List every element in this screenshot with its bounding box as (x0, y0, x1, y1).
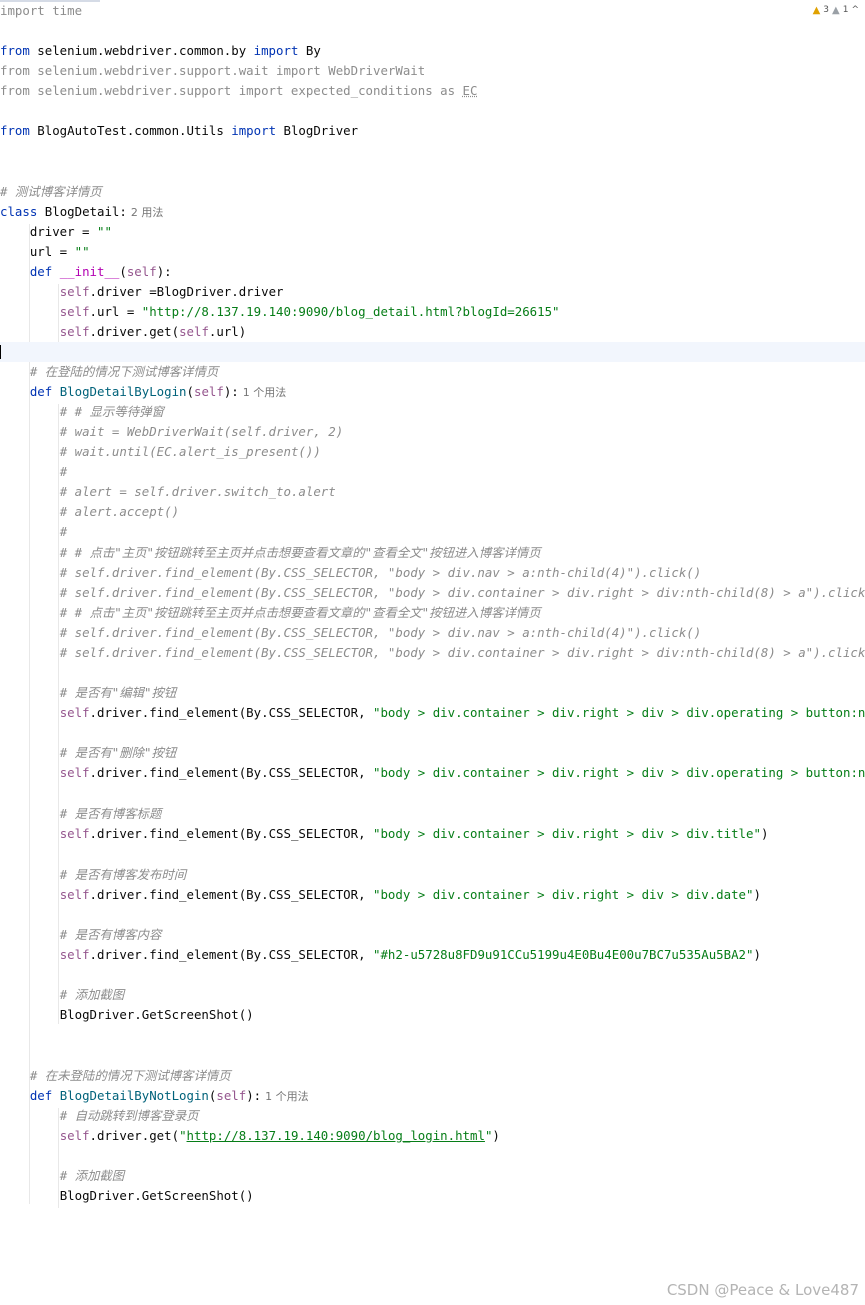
code-editor[interactable]: ▲ 3 ▲ 1 ^ import time from selenium.webd… (0, 0, 865, 1305)
code-comment: # 在未登陆的情况下测试博客详情页 (29, 1068, 231, 1083)
code-comment: # 自动跳转到博客登录页 (59, 1108, 199, 1123)
code-comment: # self.driver.find_element(By.CSS_SELECT… (59, 625, 702, 640)
code-comment: # alert.accept() (59, 504, 180, 519)
code-comment: # 是否有博客内容 (59, 927, 162, 942)
current-line[interactable] (0, 342, 865, 362)
url-link[interactable]: http://8.137.19.140:9090/blog_login.html (187, 1128, 485, 1143)
code-line: self.driver.find_element(By.CSS_SELECTOR… (59, 765, 865, 780)
code-comment: # 是否有"编辑"按钮 (59, 685, 177, 700)
usage-hint[interactable]: 1 个用法 (239, 386, 287, 399)
code-line: BlogDriver.GetScreenShot() (59, 1007, 254, 1022)
code-comment: # 添加截图 (59, 987, 125, 1002)
text-caret (0, 345, 1, 359)
code-line: from selenium.webdriver.support import e… (0, 83, 478, 98)
code-line: import time (0, 3, 83, 18)
code-line: from selenium.webdriver.common.by import… (0, 43, 321, 58)
usage-hint[interactable]: 2 用法 (127, 206, 164, 219)
code-line: from selenium.webdriver.support.wait imp… (0, 63, 426, 78)
code-comment: # # 显示等待弹窗 (59, 404, 164, 419)
watermark: CSDN @Peace & Love487 (666, 1281, 859, 1299)
code-comment: # 测试博客详情页 (0, 184, 102, 199)
code-line: self.driver.find_element(By.CSS_SELECTOR… (59, 887, 761, 902)
code-line: self.driver.find_element(By.CSS_SELECTOR… (59, 705, 865, 720)
code-comment: # 是否有"删除"按钮 (59, 745, 177, 760)
code-comment: # alert = self.driver.switch_to.alert (59, 484, 336, 499)
code-line: self.driver.find_element(By.CSS_SELECTOR… (59, 826, 769, 841)
code-comment: # 是否有博客标题 (59, 806, 162, 821)
code-comment: # # 点击"主页"按钮跳转至主页并点击想要查看文章的"查看全文"按钮进入博客详… (59, 605, 541, 620)
code-line: self.driver.find_element(By.CSS_SELECTOR… (59, 947, 761, 962)
usage-hint[interactable]: 1 个用法 (261, 1090, 309, 1103)
code-comment: # self.driver.find_element(By.CSS_SELECT… (59, 645, 865, 660)
class-declaration: class BlogDetail: 2 用法 (0, 204, 164, 219)
code-comment: # (59, 524, 68, 539)
code-line: self.url = "http://8.137.19.140:9090/blo… (59, 304, 560, 319)
method-declaration: def __init__(self): (29, 264, 172, 279)
code-comment: # 添加截图 (59, 1168, 125, 1183)
code-comment: # self.driver.find_element(By.CSS_SELECT… (59, 565, 702, 580)
code-line: self.driver.get("http://8.137.19.140:909… (59, 1128, 500, 1143)
code-line: from BlogAutoTest.common.Utils import Bl… (0, 123, 359, 138)
code-line: url = "" (29, 244, 90, 259)
method-declaration: def BlogDetailByLogin(self): 1 个用法 (29, 384, 287, 399)
code-line: self.driver =BlogDriver.driver (59, 284, 284, 299)
code-comment: # 在登陆的情况下测试博客详情页 (29, 364, 219, 379)
code-comment: # self.driver.find_element(By.CSS_SELECT… (59, 585, 865, 600)
code-line: driver = "" (29, 224, 112, 239)
code-comment: # (59, 464, 68, 479)
code-line: BlogDriver.GetScreenShot() (59, 1188, 254, 1203)
code-comment: # wait = WebDriverWait(self.driver, 2) (59, 424, 344, 439)
code-comment: # wait.until(EC.alert_is_present()) (59, 444, 321, 459)
code-line: self.driver.get(self.url) (59, 324, 247, 339)
code-comment: # # 点击"主页"按钮跳转至主页并点击想要查看文章的"查看全文"按钮进入博客详… (59, 545, 541, 560)
code-comment: # 是否有博客发布时间 (59, 867, 187, 882)
method-declaration: def BlogDetailByNotLogin(self): 1 个用法 (29, 1088, 309, 1103)
